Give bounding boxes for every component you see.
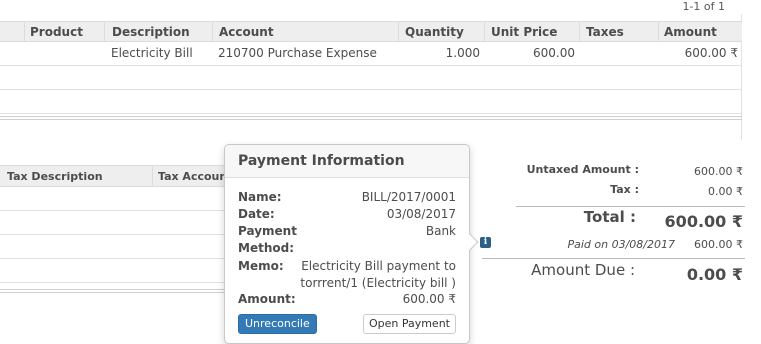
cell-description: Electricity Bill bbox=[111, 46, 193, 60]
cell-account: 210700 Purchase Expense bbox=[218, 46, 377, 60]
column-separator bbox=[484, 22, 485, 42]
cell-quantity: 1.000 bbox=[445, 46, 480, 60]
column-header-unit-price[interactable]: Unit Price bbox=[491, 25, 557, 39]
payment-amount-label: Amount: bbox=[238, 292, 296, 306]
untaxed-amount-label: Untaxed Amount : bbox=[526, 163, 639, 176]
column-separator bbox=[104, 22, 105, 42]
payment-method-label: Payment bbox=[238, 224, 297, 238]
tax-label: Tax : bbox=[610, 183, 639, 196]
totals-divider bbox=[482, 258, 745, 259]
payment-date-value: 03/08/2017 bbox=[386, 207, 456, 221]
payment-memo-label: Memo: bbox=[238, 259, 284, 273]
unreconcile-button[interactable]: Unreconcile bbox=[238, 314, 317, 334]
cell-amount: 600.00 ₹ bbox=[684, 46, 738, 60]
payment-name-label: Name: bbox=[238, 190, 282, 204]
column-separator bbox=[398, 22, 399, 42]
invoice-lines-table: Product Description Account Quantity Uni… bbox=[0, 21, 742, 120]
totals-divider bbox=[516, 206, 745, 207]
total-label: Total : bbox=[583, 208, 636, 226]
tax-lines-table: Tax Description Tax Account bbox=[0, 165, 250, 293]
untaxed-amount-value: 600.00 ₹ bbox=[694, 165, 743, 178]
table-row-empty bbox=[0, 90, 742, 114]
column-separator bbox=[152, 166, 153, 187]
column-header-tax-description[interactable]: Tax Description bbox=[7, 170, 103, 183]
column-header-taxes[interactable]: Taxes bbox=[586, 25, 624, 39]
table-row-empty bbox=[0, 66, 742, 90]
column-header-amount[interactable]: Amount bbox=[664, 25, 717, 39]
payment-name-value: BILL/2017/0001 bbox=[361, 190, 456, 204]
column-header-description[interactable]: Description bbox=[112, 25, 190, 39]
tax-value: 0.00 ₹ bbox=[708, 185, 743, 198]
table-row-empty bbox=[0, 259, 250, 283]
table-row[interactable]: Electricity Bill 210700 Purchase Expense… bbox=[0, 42, 742, 66]
cell-unit-price: 600.00 bbox=[533, 46, 575, 60]
open-payment-button[interactable]: Open Payment bbox=[362, 314, 456, 334]
amount-due-value: 0.00 ₹ bbox=[686, 265, 743, 284]
table-footer-rule bbox=[0, 289, 250, 293]
paid-on-label: Paid on 03/08/2017 bbox=[567, 238, 675, 251]
amount-due-label: Amount Due : bbox=[531, 261, 635, 279]
column-separator bbox=[658, 22, 659, 42]
column-header-quantity[interactable]: Quantity bbox=[405, 25, 464, 39]
column-header-tax-account[interactable]: Tax Account bbox=[158, 170, 232, 183]
table-footer-rule bbox=[0, 116, 742, 120]
column-header-account[interactable]: Account bbox=[219, 25, 274, 39]
invoice-lines-header: Product Description Account Quantity Uni… bbox=[0, 21, 742, 42]
payment-info-popover: Payment Information Name: BILL/2017/0001… bbox=[224, 144, 479, 344]
payment-method-label-cont: Method: bbox=[238, 241, 294, 255]
total-value: 600.00 ₹ bbox=[664, 212, 743, 231]
tax-lines-header: Tax Description Tax Account bbox=[0, 165, 250, 187]
column-separator bbox=[212, 22, 213, 42]
payment-method-value: Bank bbox=[425, 224, 456, 238]
payment-memo-line-1: Electricity Bill payment to bbox=[301, 259, 456, 273]
table-row-empty bbox=[0, 211, 250, 235]
payment-memo-line-2: torrrent/1 (Electricity bill ) bbox=[300, 276, 456, 290]
column-separator bbox=[579, 22, 580, 42]
table-row-empty bbox=[0, 235, 250, 259]
paid-amount-value: 600.00 ₹ bbox=[694, 238, 743, 251]
popover-arrow bbox=[461, 233, 479, 251]
info-icon[interactable]: i bbox=[480, 237, 491, 248]
pager-counter: 1-1 of 1 bbox=[682, 0, 725, 13]
popover-title: Payment Information bbox=[225, 145, 469, 178]
payment-amount-value: 600.00 ₹ bbox=[402, 292, 456, 306]
column-header-product[interactable]: Product bbox=[30, 25, 83, 39]
payment-date-label: Date: bbox=[238, 207, 275, 221]
table-row-empty bbox=[0, 187, 250, 211]
column-separator bbox=[24, 22, 25, 42]
